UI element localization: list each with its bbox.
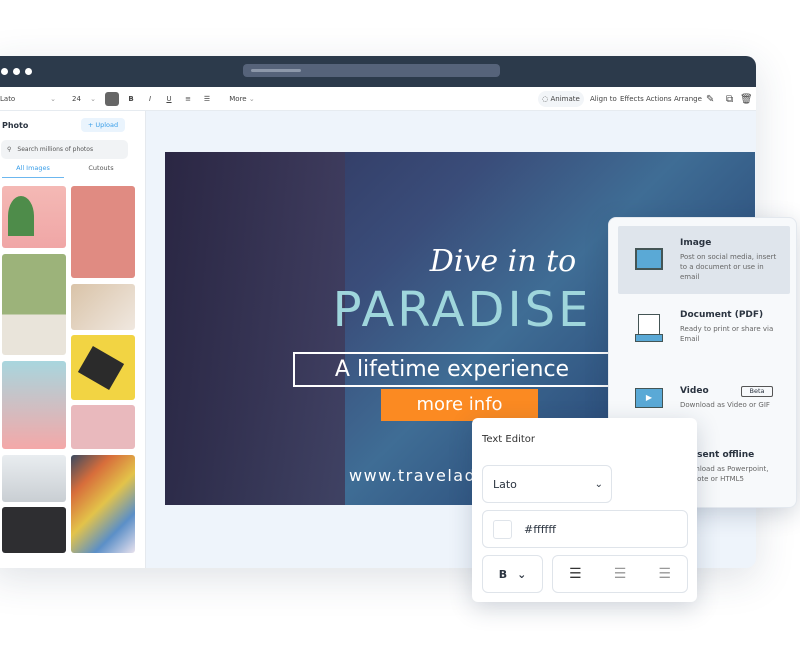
photo-thumbnail[interactable] <box>2 361 66 449</box>
chevron-down-icon: ⌄ <box>594 478 603 490</box>
brush-icon[interactable]: ✎ <box>706 91 714 107</box>
search-placeholder: Search millions of photos <box>17 146 94 153</box>
weight-select[interactable]: B ⌄ <box>482 555 543 593</box>
big-title[interactable]: PARADISE <box>315 282 609 338</box>
font-value: Lato <box>0 95 16 103</box>
title-bar <box>0 56 756 87</box>
chevron-down-icon: ⌄ <box>50 95 56 103</box>
option-title: Image <box>680 238 712 248</box>
chevron-down-icon: ⌄ <box>90 95 96 103</box>
font-select[interactable]: Lato ⌄ <box>482 465 612 503</box>
underline-button[interactable]: U <box>162 91 176 107</box>
trash-icon[interactable]: 🗑 <box>740 91 753 107</box>
search-input[interactable]: ⚲ Search millions of photos <box>1 140 128 159</box>
align-left-icon[interactable]: ☰ <box>569 566 582 582</box>
tab-all-images[interactable]: All Images <box>2 164 64 178</box>
printer-base <box>635 334 663 342</box>
photo-thumbnail[interactable] <box>71 186 135 278</box>
video-icon: ▶ <box>635 388 663 408</box>
more-button[interactable]: More ⌄ <box>223 91 261 107</box>
italic-button[interactable]: I <box>143 91 157 107</box>
subtitle-box[interactable]: A lifetime experience <box>293 352 611 387</box>
photo-thumbnail[interactable] <box>2 455 66 502</box>
weight-value: B <box>498 567 508 581</box>
photo-thumbnail[interactable] <box>2 507 66 553</box>
option-title: Document (PDF) <box>680 310 764 320</box>
font-value: Lato <box>493 477 517 491</box>
script-title[interactable]: Dive in to <box>383 244 623 279</box>
url-text[interactable]: www.traveladv <box>349 466 487 485</box>
cta-button[interactable]: more info <box>381 389 538 421</box>
toolbar: Lato ⌄ 24 ⌄ B I U ≡ ☰ More ⌄ ◌ Animate Ali… <box>0 87 756 111</box>
image-icon <box>635 248 663 270</box>
upload-button[interactable]: + Upload <box>81 118 125 132</box>
photo-thumbnail[interactable] <box>71 405 135 449</box>
export-option-image[interactable]: Image Post on social media, insert to a … <box>618 226 790 294</box>
beta-badge: Beta <box>741 386 773 397</box>
photo-thumbnail[interactable] <box>2 186 66 248</box>
align-center-icon[interactable]: ☰ <box>614 566 627 582</box>
animate-label: Animate <box>550 95 580 103</box>
align-to-button[interactable]: Align to <box>590 91 617 107</box>
chevron-down-icon: ⌄ <box>248 95 255 103</box>
size-select[interactable]: 24 ⌄ <box>68 91 100 107</box>
animate-button[interactable]: ◌ Animate <box>538 91 584 107</box>
more-label: More <box>229 95 247 103</box>
tab-cutouts[interactable]: Cutouts <box>70 164 132 178</box>
photo-thumbnail[interactable] <box>71 284 135 330</box>
align-right-icon[interactable]: ☰ <box>658 566 671 582</box>
address-bar[interactable] <box>243 64 500 77</box>
photo-thumbnail[interactable] <box>71 455 135 553</box>
photo-thumbnail[interactable] <box>71 335 135 400</box>
text-editor-title: Text Editor <box>482 434 535 445</box>
align-icon[interactable]: ≡ <box>181 91 195 107</box>
arrange-button[interactable]: Arrange <box>674 91 702 107</box>
option-desc: Download as Video or GIF <box>680 401 770 409</box>
option-desc: Ready to print or share via Email <box>680 325 774 343</box>
photo-panel: Photo + Upload ⚲ Search millions of photo… <box>0 111 146 568</box>
option-title: Video <box>680 386 709 396</box>
size-value: 24 <box>72 95 81 103</box>
window-dot[interactable] <box>1 68 8 75</box>
chevron-down-icon: ⌄ <box>517 567 527 581</box>
effects-button[interactable]: Effects <box>620 91 644 107</box>
animate-icon: ◌ <box>542 95 549 103</box>
window-dot[interactable] <box>25 68 32 75</box>
text-editor-panel: Text Editor Lato ⌄ #ffffff B ⌄ ☰ ☰ ☰ <box>472 418 697 602</box>
color-input[interactable]: #ffffff <box>482 510 688 548</box>
export-option-pdf[interactable]: Document (PDF) Ready to print or share v… <box>618 300 790 368</box>
color-swatch[interactable] <box>493 519 512 539</box>
photo-thumbnail[interactable] <box>2 254 66 355</box>
list-icon[interactable]: ☰ <box>200 91 214 107</box>
panel-title: Photo <box>2 121 29 130</box>
font-select[interactable]: Lato ⌄ <box>0 91 62 107</box>
color-swatch[interactable] <box>105 92 119 106</box>
alignment-group: ☰ ☰ ☰ <box>552 555 688 593</box>
search-icon: ⚲ <box>7 146 12 153</box>
copy-icon[interactable]: ⧉ <box>726 91 733 107</box>
window-dot[interactable] <box>13 68 20 75</box>
color-value: #ffffff <box>524 522 556 536</box>
option-desc: Post on social media, insert to a docume… <box>680 253 777 281</box>
actions-button[interactable]: Actions <box>646 91 672 107</box>
bold-button[interactable]: B <box>124 91 138 107</box>
printer-icon <box>638 314 660 336</box>
